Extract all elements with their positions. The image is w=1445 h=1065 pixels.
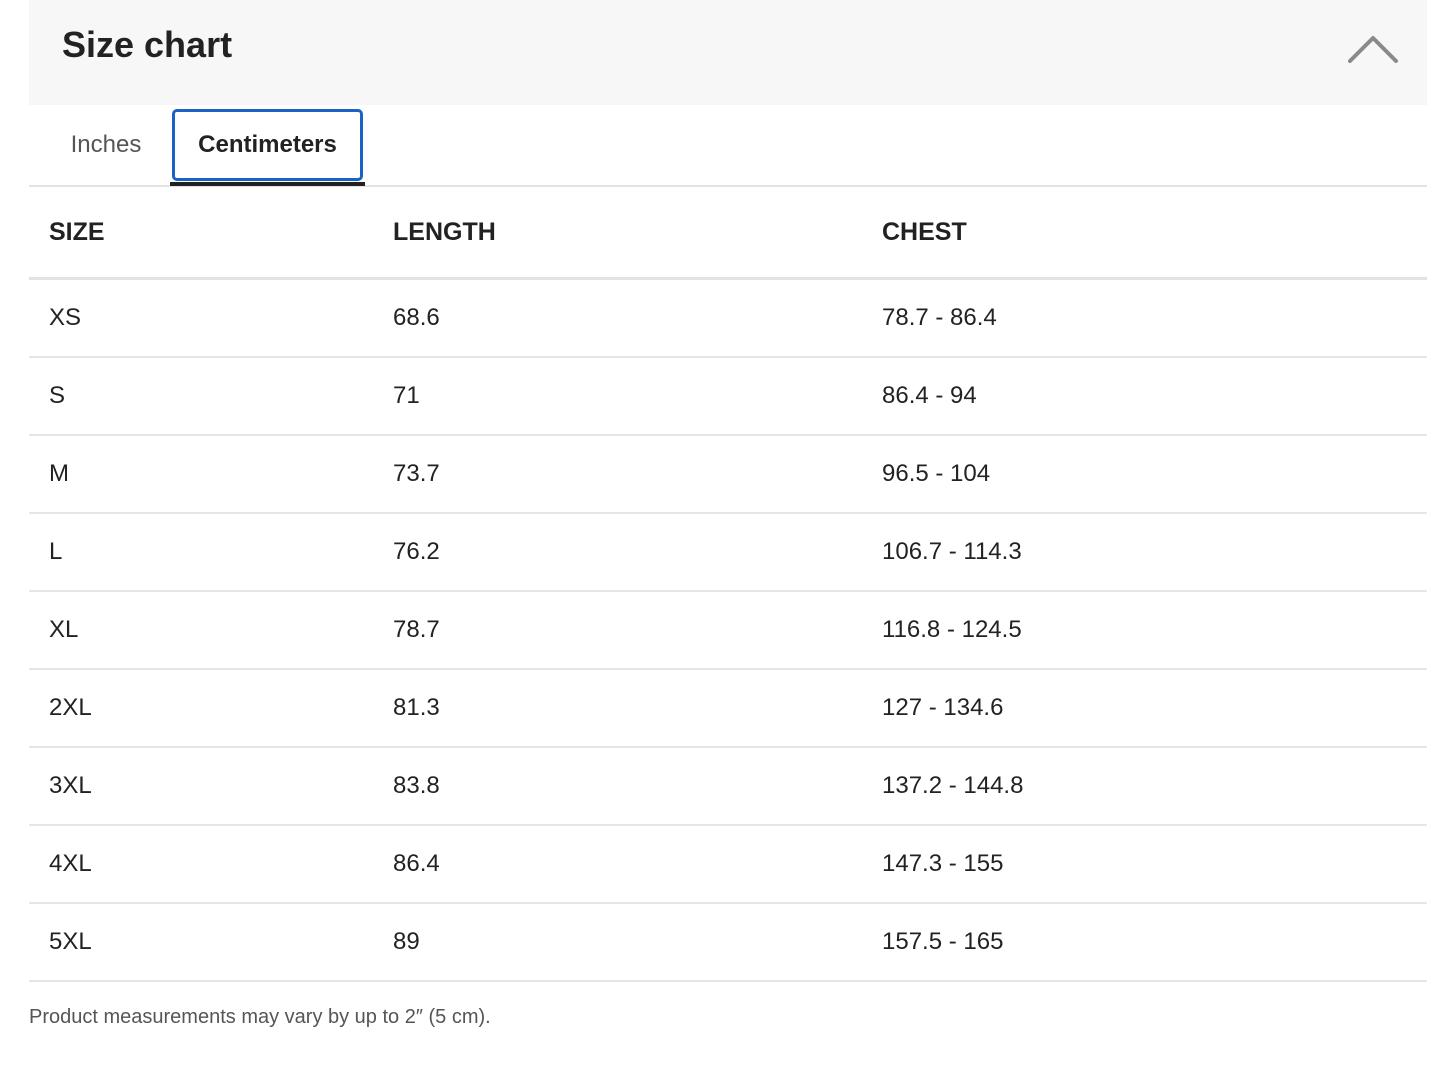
size-chart-header[interactable]: Size chart bbox=[29, 0, 1427, 105]
length-cell: 76.2 bbox=[393, 513, 882, 592]
chest-cell: 78.7 - 86.4 bbox=[882, 278, 1427, 358]
column-header-size: SIZE bbox=[29, 187, 393, 280]
chest-cell: 86.4 - 94 bbox=[882, 357, 1427, 436]
table-row: 5XL 89 157.5 - 165 bbox=[29, 903, 1427, 982]
chest-cell: 157.5 - 165 bbox=[882, 903, 1427, 982]
size-cell: L bbox=[29, 513, 393, 592]
unit-tabs: Inches Centimeters bbox=[29, 105, 1427, 187]
size-cell: S bbox=[29, 357, 393, 436]
size-cell: 3XL bbox=[29, 747, 393, 826]
chest-cell: 106.7 - 114.3 bbox=[882, 513, 1427, 592]
chest-cell: 137.2 - 144.8 bbox=[882, 747, 1427, 826]
length-cell: 78.7 bbox=[393, 591, 882, 670]
table-row: L 76.2 106.7 - 114.3 bbox=[29, 513, 1427, 592]
table-row: 4XL 86.4 147.3 - 155 bbox=[29, 825, 1427, 904]
column-header-chest: CHEST bbox=[882, 187, 1427, 280]
table-row: M 73.7 96.5 - 104 bbox=[29, 435, 1427, 514]
column-header-length: LENGTH bbox=[393, 187, 882, 280]
size-cell: M bbox=[29, 435, 393, 514]
tab-inches[interactable]: Inches bbox=[41, 109, 171, 181]
length-cell: 68.6 bbox=[393, 278, 882, 358]
size-cell: XS bbox=[29, 278, 393, 358]
measurement-note: Product measurements may vary by up to 2… bbox=[29, 1006, 491, 1028]
table-row: XS 68.6 78.7 - 86.4 bbox=[29, 278, 1427, 358]
length-cell: 71 bbox=[393, 357, 882, 436]
collapse-button[interactable] bbox=[1343, 24, 1403, 74]
chest-cell: 96.5 - 104 bbox=[882, 435, 1427, 514]
table-row: 2XL 81.3 127 - 134.6 bbox=[29, 669, 1427, 748]
size-cell: 5XL bbox=[29, 903, 393, 982]
size-cell: 4XL bbox=[29, 825, 393, 904]
active-tab-indicator bbox=[170, 182, 365, 186]
chest-cell: 116.8 - 124.5 bbox=[882, 591, 1427, 670]
size-cell: 2XL bbox=[29, 669, 393, 748]
size-table: SIZE LENGTH CHEST XS 68.6 78.7 - 86.4 S … bbox=[29, 187, 1427, 982]
page-title: Size chart bbox=[62, 24, 233, 65]
table-row: XL 78.7 116.8 - 124.5 bbox=[29, 591, 1427, 670]
length-cell: 86.4 bbox=[393, 825, 882, 904]
length-cell: 83.8 bbox=[393, 747, 882, 826]
table-row: S 71 86.4 - 94 bbox=[29, 357, 1427, 436]
length-cell: 81.3 bbox=[393, 669, 882, 748]
length-cell: 89 bbox=[393, 903, 882, 982]
chest-cell: 147.3 - 155 bbox=[882, 825, 1427, 904]
size-chart-panel: Size chart Inches Centimeters SIZE LENGT… bbox=[29, 0, 1427, 982]
chest-cell: 127 - 134.6 bbox=[882, 669, 1427, 748]
length-cell: 73.7 bbox=[393, 435, 882, 514]
chevron-up-icon bbox=[1348, 36, 1398, 63]
tab-centimeters[interactable]: Centimeters bbox=[172, 109, 363, 181]
size-cell: XL bbox=[29, 591, 393, 670]
table-row: 3XL 83.8 137.2 - 144.8 bbox=[29, 747, 1427, 826]
table-header-row: SIZE LENGTH CHEST bbox=[29, 187, 1427, 280]
